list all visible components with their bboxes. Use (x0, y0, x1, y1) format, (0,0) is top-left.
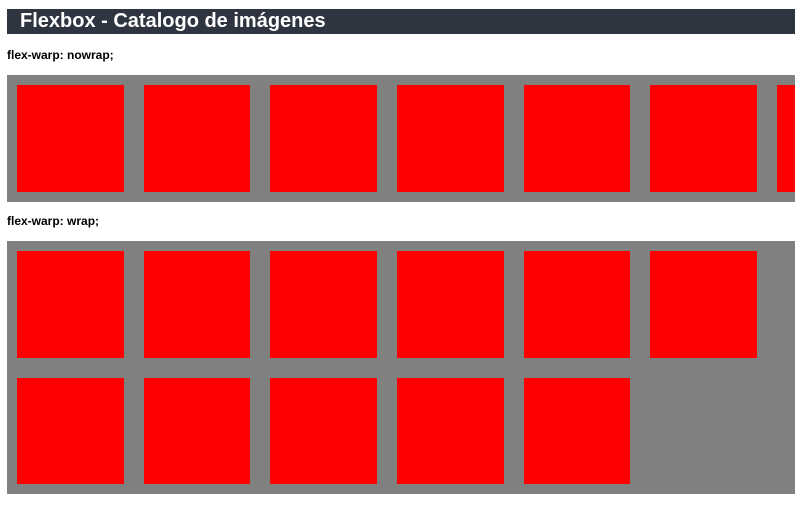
image-placeholder (397, 85, 504, 192)
image-placeholder (270, 251, 378, 358)
image-placeholder (397, 377, 504, 485)
image-placeholder (17, 85, 124, 192)
image-placeholder (143, 377, 251, 485)
image-placeholder (523, 251, 631, 358)
flex-container-wrap (7, 241, 795, 494)
page-title: Flexbox - Catalogo de imágenes (7, 9, 795, 34)
image-placeholder (17, 251, 124, 358)
image-placeholder (523, 85, 631, 192)
image-placeholder (270, 377, 378, 485)
section-label-nowrap: flex-warp: nowrap; (7, 48, 114, 62)
image-placeholder (397, 251, 504, 358)
flex-container-nowrap (7, 75, 795, 202)
section-label-wrap: flex-warp: wrap; (7, 214, 100, 228)
image-placeholder (17, 377, 124, 485)
image-placeholder (143, 85, 251, 192)
image-placeholder (650, 251, 758, 358)
image-placeholder (650, 85, 758, 192)
image-placeholder (523, 377, 631, 485)
image-placeholder (270, 85, 378, 192)
image-placeholder (143, 251, 251, 358)
image-placeholder (777, 85, 795, 192)
